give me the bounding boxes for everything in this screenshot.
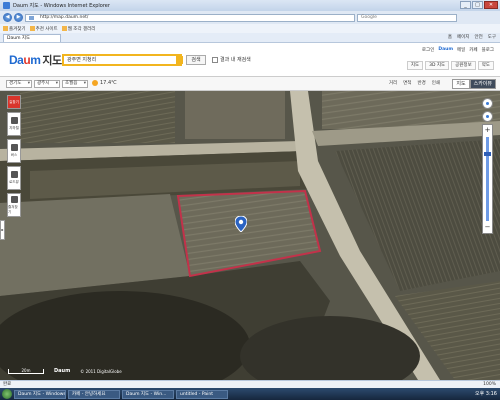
blog-link[interactable]: 블로그 bbox=[482, 47, 494, 53]
tools-command[interactable]: 도구 bbox=[488, 34, 496, 40]
map-tools: 거리 면적 반경 인쇄 bbox=[389, 80, 440, 86]
safety-command[interactable]: 안전 bbox=[474, 34, 482, 40]
taskbar-item[interactable]: Daum 지도 - Windows bbox=[14, 389, 66, 399]
roadview-tool-button[interactable]: 로드뷰 bbox=[7, 166, 21, 190]
zoom-level[interactable]: 100% bbox=[483, 381, 496, 388]
url-field[interactable]: http://map.daum.net/ bbox=[25, 13, 355, 22]
ie-icon bbox=[3, 2, 10, 9]
bus-tool-button[interactable]: 버스 bbox=[7, 139, 21, 163]
zoom-out-button[interactable]: − bbox=[483, 223, 492, 232]
map-service-button[interactable]: 지도 bbox=[406, 61, 424, 70]
my-location-button[interactable] bbox=[482, 98, 493, 109]
weather-widget[interactable]: 17.4℃ bbox=[92, 80, 117, 86]
scale-label: 20m bbox=[8, 368, 44, 374]
compass-button[interactable] bbox=[482, 111, 493, 122]
daum-link[interactable]: Daum bbox=[438, 47, 453, 53]
copyright-text: © 2011 DigitalGlobe bbox=[80, 368, 122, 374]
site-header: Daum 지도 광주면 지청리 검색 결과 내 재검색 로그인 Daum 메일 카… bbox=[0, 43, 500, 76]
left-toolbar: 길찾기 지하철 버스 로드뷰 즐겨찾기 bbox=[7, 95, 23, 220]
region-select-town[interactable]: 초월읍 bbox=[62, 80, 88, 88]
close-button[interactable]: ✕ bbox=[484, 1, 498, 9]
search-button[interactable]: 검색 bbox=[186, 55, 206, 65]
radius-tool[interactable]: 반경 bbox=[417, 80, 425, 86]
scale-bar: 20m Daum © 2011 DigitalGlobe bbox=[8, 368, 122, 374]
minimize-button[interactable]: _ bbox=[460, 1, 471, 9]
map-imagery bbox=[0, 91, 500, 380]
3d-map-button[interactable]: 3D 지도 bbox=[425, 61, 450, 70]
maximize-button[interactable]: □ bbox=[472, 1, 483, 9]
favorites-item[interactable]: 즐겨찾기 bbox=[3, 26, 26, 32]
title-bar: Daum 지도 - Windows Internet Explorer _ □ … bbox=[0, 0, 500, 11]
map-toolbar: 경기도 광주시 초월읍 17.4℃ 거리 면적 반경 인쇄 지도 스카이뷰 bbox=[0, 76, 500, 91]
daum-logo[interactable]: Daum 지도 bbox=[9, 52, 62, 68]
checkbox-icon[interactable] bbox=[212, 56, 218, 63]
park-info-button[interactable]: 공원정보 bbox=[451, 61, 476, 70]
clock: 오후 3:16 bbox=[474, 391, 497, 397]
window-title: Daum 지도 - Windows Internet Explorer bbox=[13, 3, 110, 9]
region-select-city[interactable]: 광주시 bbox=[34, 80, 60, 88]
taskbar-item[interactable]: Daum 지도 - Win... bbox=[122, 389, 174, 399]
tab-daum-map[interactable]: Daum 지도 bbox=[3, 34, 61, 42]
browser-search-input[interactable]: Google bbox=[357, 13, 457, 22]
area-tool[interactable]: 면적 bbox=[403, 80, 411, 86]
browser-window: Daum 지도 - Windows Internet Explorer _ □ … bbox=[0, 0, 500, 400]
taskbar-item[interactable]: 카페 - 안녕하세요 bbox=[68, 389, 120, 399]
location-marker-icon[interactable] bbox=[235, 216, 247, 232]
home-command[interactable]: 홈 bbox=[448, 34, 452, 40]
tab-strip: Daum 지도 bbox=[0, 33, 500, 43]
research-checkbox[interactable]: 결과 내 재검색 bbox=[212, 56, 251, 63]
region-select-province[interactable]: 경기도 bbox=[6, 80, 32, 88]
zoom-track[interactable] bbox=[486, 137, 489, 221]
star-icon bbox=[3, 26, 8, 31]
address-bar: ◀ ▶ http://map.daum.net/ Google bbox=[0, 11, 500, 24]
zoom-slider[interactable]: + − bbox=[482, 124, 493, 234]
sun-icon bbox=[92, 80, 98, 86]
favorites-tool-button[interactable]: 즐겨찾기 bbox=[7, 193, 21, 217]
map-search-input[interactable]: 광주면 지청리 bbox=[62, 54, 182, 66]
favorites-item[interactable]: 추천 사이트 bbox=[29, 26, 58, 32]
forward-button[interactable]: ▶ bbox=[14, 13, 23, 22]
login-link[interactable]: 로그인 bbox=[422, 47, 434, 53]
page-icon bbox=[61, 26, 67, 31]
service-buttons: 지도 3D 지도 공원정보 약도 bbox=[406, 61, 494, 70]
favorites-bar: 즐겨찾기 추천 사이트 웹 조각 갤러리 bbox=[0, 24, 500, 33]
map-logo: Daum bbox=[54, 368, 71, 374]
zoom-in-button[interactable]: + bbox=[483, 126, 492, 135]
window-controls: _ □ ✕ bbox=[460, 1, 498, 9]
taskbar: Daum 지도 - Windows 카페 - 안녕하세요 Daum 지도 - W… bbox=[0, 388, 500, 400]
search-dropdown-icon[interactable] bbox=[176, 56, 183, 64]
top-links: 로그인 Daum 메일 카페 블로그 bbox=[422, 47, 494, 53]
subway-tool-button[interactable]: 지하철 bbox=[7, 112, 21, 136]
zoom-control: + − bbox=[482, 98, 493, 234]
page-command[interactable]: 페이지 bbox=[457, 34, 469, 40]
start-button[interactable] bbox=[2, 389, 12, 399]
map-type-map[interactable]: 지도 bbox=[452, 79, 470, 89]
back-button[interactable]: ◀ bbox=[3, 13, 12, 22]
mail-link[interactable]: 메일 bbox=[457, 47, 465, 53]
satellite-map[interactable] bbox=[0, 91, 500, 380]
map-type-toggle: 지도 스카이뷰 bbox=[452, 79, 496, 89]
roadview-icon bbox=[10, 171, 18, 178]
map-type-skyview[interactable]: 스카이뷰 bbox=[469, 79, 496, 89]
simple-map-button[interactable]: 약도 bbox=[477, 61, 494, 70]
distance-tool[interactable]: 거리 bbox=[389, 80, 397, 86]
bookmark-icon bbox=[10, 195, 18, 203]
favorites-item[interactable]: 웹 조각 갤러리 bbox=[61, 26, 95, 32]
command-bar: 홈 페이지 안전 도구 bbox=[448, 34, 496, 40]
subway-icon bbox=[10, 117, 18, 124]
zoom-knob[interactable] bbox=[484, 152, 491, 157]
route-tool-button[interactable]: 길찾기 bbox=[7, 95, 21, 109]
taskbar-item[interactable]: untitled - Paint bbox=[176, 389, 228, 399]
cafe-link[interactable]: 카페 bbox=[469, 47, 477, 53]
print-tool[interactable]: 인쇄 bbox=[432, 80, 440, 86]
bus-icon bbox=[10, 144, 18, 151]
status-bar: 완료 100% bbox=[0, 380, 500, 388]
status-text: 완료 bbox=[3, 382, 12, 387]
page-icon bbox=[29, 26, 35, 31]
panel-toggle-button[interactable]: ▸ bbox=[0, 220, 5, 240]
